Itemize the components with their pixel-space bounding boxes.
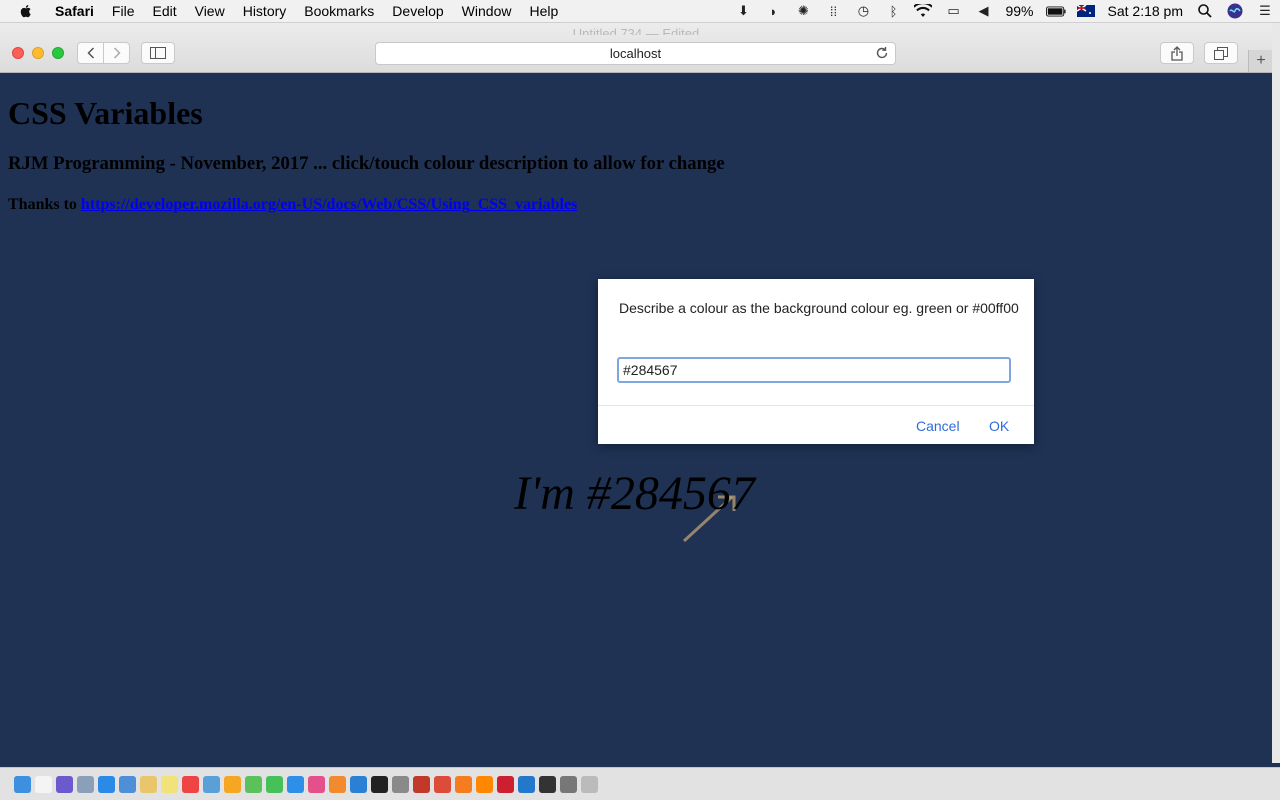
menu-help[interactable]: Help [520,0,567,22]
chevron-left-icon [86,47,94,59]
siri-icon[interactable] [1225,3,1245,19]
url-text: localhost [609,46,662,61]
download-icon[interactable]: ⬇ [733,3,753,19]
firefox-icon[interactable] [455,775,472,793]
volume-icon[interactable]: ◀ [973,3,993,19]
launchpad-icon[interactable] [77,775,94,793]
sidebar-icon [150,47,166,59]
gear-icon[interactable]: ✺ [793,3,813,19]
forward-button[interactable] [103,42,130,64]
page-subtitle: RJM Programming - November, 2017 ... cli… [8,153,725,174]
browser-toolbar: Untitled 734 — Edited localhost [0,23,1272,73]
flag-icon[interactable] [1076,3,1096,19]
terminal-icon[interactable] [371,775,388,793]
battery-percent: 99% [1005,3,1034,19]
opera-icon[interactable] [497,775,514,793]
file-icon[interactable] [35,775,52,793]
facetime-icon[interactable] [266,775,283,793]
colour-input[interactable] [617,357,1011,383]
thanks-prefix: Thanks to [8,196,77,213]
status-area: ⬇ ◗ ✺ ⁞⁞ ◷ ᛒ ▭ ◀ 99% Sat 2:18 pm ☰ [728,0,1280,22]
activity-icon[interactable] [392,775,409,793]
filezilla-icon[interactable] [413,775,430,793]
app-store-icon[interactable] [287,775,304,793]
window-edge [1272,23,1280,763]
menu-history[interactable]: History [234,0,296,22]
siri-icon[interactable] [56,775,73,793]
notification-center-icon[interactable]: ☰ [1255,3,1275,19]
dialog-message: Describe a colour as the background colo… [619,300,1019,316]
close-window-button[interactable] [12,47,24,59]
menu-bookmarks[interactable]: Bookmarks [295,0,383,22]
chevron-right-icon [113,47,121,59]
vlc-icon[interactable] [476,775,493,793]
dialog-divider [598,405,1034,406]
wifi-icon[interactable] [913,3,933,19]
chrome-icon[interactable] [434,775,451,793]
menu-app-name[interactable]: Safari [46,0,103,22]
reload-icon[interactable] [875,46,889,60]
menu-edit[interactable]: Edit [143,0,185,22]
calendar-icon[interactable] [182,775,199,793]
menu-window[interactable]: Window [453,0,521,22]
menu-bar: Safari File Edit View History Bookmarks … [0,0,1280,23]
messages-icon[interactable] [245,775,262,793]
mdn-link[interactable]: https://developer.mozilla.org/en-US/docs… [81,196,577,213]
tabs-icon [1214,46,1228,60]
page-title: CSS Variables [8,95,203,131]
clock[interactable]: Sat 2:18 pm [1108,3,1184,19]
menu-develop[interactable]: Develop [383,0,452,22]
address-bar[interactable]: localhost [375,42,896,65]
ok-button[interactable]: OK [989,418,1009,434]
github-icon[interactable] [539,775,556,793]
sidebar-toggle-button[interactable] [141,42,175,64]
dock [0,767,1280,800]
itunes-icon[interactable] [308,775,325,793]
spotlight-search-icon[interactable] [1195,3,1215,19]
battery-icon[interactable] [1045,3,1066,19]
script-icon[interactable]: ◗ [763,3,783,19]
menu-file[interactable]: File [103,0,144,22]
xcode-icon[interactable] [350,775,367,793]
cancel-button[interactable]: Cancel [916,418,960,434]
time-machine-icon[interactable]: ◷ [853,3,873,19]
new-tab-button[interactable]: + [1248,50,1273,72]
photos-icon[interactable] [224,775,241,793]
minimize-window-button[interactable] [32,47,44,59]
grid-icon[interactable]: ⁞⁞ [823,3,843,19]
menu-view[interactable]: View [186,0,234,22]
trash-icon[interactable] [581,775,598,793]
apple-menu-icon[interactable] [18,3,34,19]
share-button[interactable] [1160,42,1194,64]
zoom-window-button[interactable] [52,47,64,59]
thanks-line: Thanks to https://developer.mozilla.org/… [8,196,577,214]
system-prefs-icon[interactable] [560,775,577,793]
airplay-icon[interactable]: ▭ [943,3,963,19]
back-button[interactable] [77,42,104,64]
mail-icon[interactable] [119,775,136,793]
stickies-icon[interactable] [161,775,178,793]
show-tabs-button[interactable] [1204,42,1238,64]
ibooks-icon[interactable] [329,775,346,793]
share-icon [1171,45,1183,61]
safari-icon[interactable] [98,775,115,793]
vscode-icon[interactable] [518,775,535,793]
preview-icon[interactable] [203,775,220,793]
prompt-dialog: Describe a colour as the background colo… [598,279,1034,444]
notes-icon[interactable] [140,775,157,793]
bluetooth-icon[interactable]: ᛒ [883,3,903,19]
finder-icon[interactable] [14,775,31,793]
colour-description[interactable]: I'm #284567 [514,466,755,521]
window-title: Untitled 734 — Edited [572,26,700,35]
